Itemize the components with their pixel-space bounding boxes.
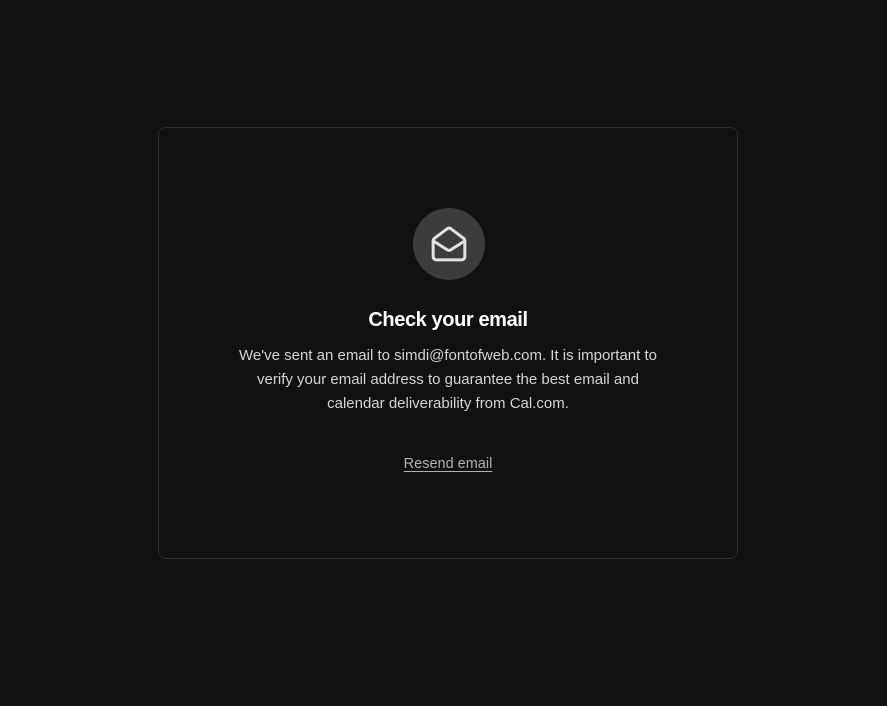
verification-message: We've sent an email to simdi@fontofweb.c… xyxy=(239,347,657,412)
verify-email-card: Check your email We've sent an email to … xyxy=(158,127,738,559)
resend-container: Resend email xyxy=(159,454,737,474)
mail-open-icon xyxy=(431,226,467,262)
icon-badge xyxy=(413,208,485,280)
resend-email-link[interactable]: Resend email xyxy=(404,456,493,472)
page-title: Check your email xyxy=(368,309,528,331)
